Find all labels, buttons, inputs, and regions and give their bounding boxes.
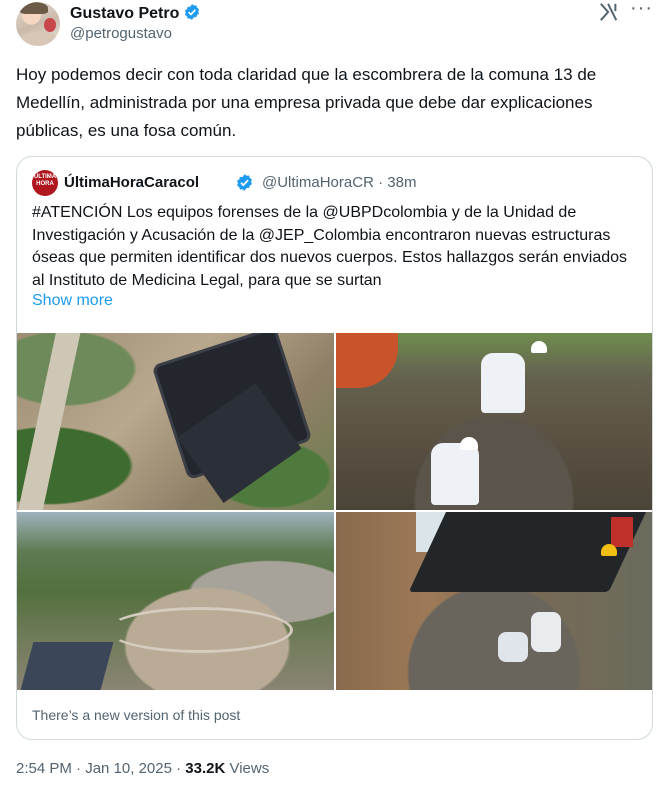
- more-options-icon[interactable]: ···: [630, 0, 654, 24]
- quoted-author-avatar[interactable]: ÚLTIMA HORA: [32, 170, 58, 196]
- quoted-post[interactable]: ÚLTIMA HORA ÚltimaHoraCaracol @UltimaHor…: [16, 156, 653, 740]
- quoted-post-time[interactable]: · 38m: [378, 174, 416, 191]
- post-timestamp[interactable]: 2:54 PM · Jan 10, 2025 ·: [16, 760, 185, 777]
- new-version-notice[interactable]: There’s a new version of this post: [32, 707, 240, 723]
- verified-badge-icon: [237, 174, 252, 191]
- author-avatar[interactable]: [16, 2, 60, 46]
- quoted-post-header: ÚLTIMA HORA ÚltimaHoraCaracol @UltimaHor…: [32, 170, 632, 196]
- quoted-author-name[interactable]: ÚltimaHoraCaracol: [64, 174, 199, 191]
- post-meta: 2:54 PM · Jan 10, 2025 · 33.2K Views: [16, 760, 269, 777]
- grok-icon[interactable]: [598, 2, 620, 22]
- quoted-post-text: #ATENCIÓN Los equipos forenses de la @UB…: [32, 204, 628, 289]
- photo-aerial-comuna-13[interactable]: [17, 512, 334, 690]
- post-text: Hoy podemos decir con toda claridad que …: [16, 65, 597, 140]
- quoted-author-handle[interactable]: @UltimaHoraCR · 38m: [262, 174, 416, 191]
- media-grid: [17, 333, 652, 690]
- views-count: 33.2K: [185, 760, 226, 777]
- photo-excavation-tent[interactable]: [336, 512, 652, 690]
- show-more-link[interactable]: Show more: [32, 292, 113, 310]
- photo-aerial-dump-site[interactable]: [17, 333, 334, 510]
- author-name[interactable]: Gustavo Petro: [70, 3, 201, 23]
- post-header: Gustavo Petro @petrogustavo ···: [16, 0, 656, 50]
- verified-badge-icon: [185, 4, 200, 20]
- views-label: Views: [225, 760, 270, 777]
- photo-forensic-workers[interactable]: [336, 333, 652, 510]
- author-handle[interactable]: @petrogustavo: [70, 25, 172, 42]
